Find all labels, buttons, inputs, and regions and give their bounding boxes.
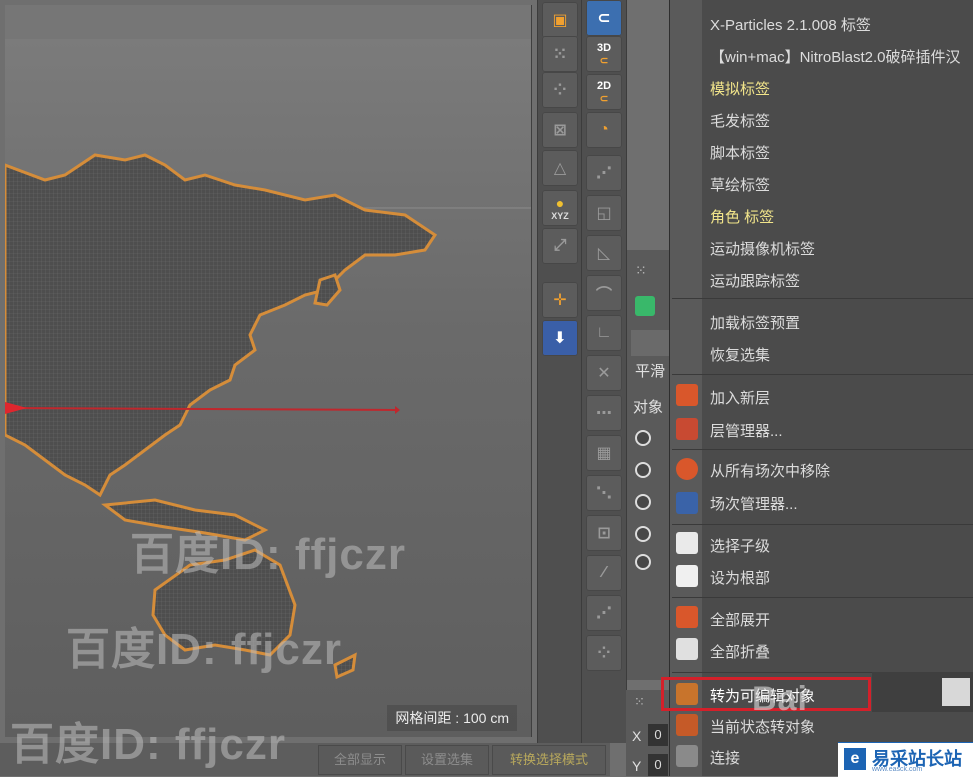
render-to-object-icon[interactable]: ⬇ [542, 320, 578, 356]
cube-object-icon[interactable]: ▣ [542, 2, 578, 38]
snap-toggle-icon[interactable]: ⊂ [586, 0, 622, 36]
snap-guide-icon[interactable]: ⋱ [586, 475, 622, 511]
watermark-text: 百度ID: ffjczr [130, 530, 406, 579]
coord-grip-icon[interactable]: ⁙ [634, 694, 645, 710]
eurasia-shape [5, 153, 438, 498]
snap-polygon-icon[interactable]: ◺ [586, 235, 622, 271]
tool-palette-left: ▣ ⁙ ⁘ ⊠ △ ● XYZ ⤢ ✛ ⬇ [537, 0, 583, 743]
tab-basic[interactable] [631, 330, 672, 356]
snap-grid-icon[interactable]: ▦ [586, 435, 622, 471]
snap-quantize-icon[interactable]: ⁄ [586, 555, 622, 591]
collapse-all-icon [676, 638, 698, 660]
texture-mode-icon[interactable]: ⊠ [542, 112, 578, 148]
menu-item-collapse-all[interactable]: 全部折叠 [710, 641, 770, 662]
radio-option-2[interactable] [635, 462, 651, 478]
context-menu: X-Particles 2.1.008 标签 【win+mac】NitroBla… [669, 0, 973, 776]
expand-all-icon [676, 606, 698, 628]
menu-item-motion-tracking-tags[interactable]: 运动跟踪标签 [710, 270, 800, 291]
x-coord-field[interactable]: 0 [648, 724, 668, 746]
snap-2d-icon[interactable]: 2D ⊂ [586, 74, 622, 110]
watermark-text: 百度ID: ffjczr [66, 625, 342, 674]
current-state-to-object-icon [676, 714, 698, 736]
grid-points-icon[interactable]: ⁙ [542, 36, 578, 72]
menu-separator [672, 374, 973, 375]
object-cube-icon [635, 296, 655, 316]
xyz-locks-icon[interactable]: ● XYZ [542, 190, 578, 226]
menu-item-load-tag-preset[interactable]: 加载标签预置 [710, 312, 800, 333]
convert-selection-mode-button[interactable]: 转换选择模式 [492, 745, 606, 775]
menu-item-add-new-layer[interactable]: 加入新层 [710, 387, 770, 408]
menu-item-select-children[interactable]: 选择子级 [710, 535, 770, 556]
watermark-baidu: Bai [752, 680, 808, 718]
menu-item-simulation-tags[interactable]: 模拟标签 [710, 78, 770, 99]
menu-item-sketch-tags[interactable]: 草绘标签 [710, 174, 770, 195]
radio-option-3[interactable] [635, 494, 651, 510]
menu-item-restore-selection[interactable]: 恢复选集 [710, 344, 770, 365]
set-selection-button[interactable]: 设置选集 [405, 745, 489, 775]
grid-spacing-label: 网格间距 : 100 cm [387, 705, 517, 731]
menu-item-xparticles-tag[interactable]: X-Particles 2.1.008 标签 [710, 14, 871, 35]
attribute-panel: ⁙ 平滑 对象 [626, 250, 672, 680]
smooth-tab[interactable]: 平滑 [635, 360, 665, 381]
radio-option-5[interactable] [635, 554, 651, 570]
snap-perp-icon[interactable]: ⋰ [586, 595, 622, 631]
menu-item-script-tags[interactable]: 脚本标签 [710, 142, 770, 163]
layer-manager-icon [676, 418, 698, 440]
menu-item-hair-tags[interactable]: 毛发标签 [710, 110, 770, 131]
panel-corner [942, 678, 970, 706]
radio-option-1[interactable] [635, 430, 651, 446]
x-axis-arrow [395, 406, 400, 414]
menu-separator [672, 298, 973, 299]
snap-intersect-icon[interactable]: ✕ [586, 355, 622, 391]
menu-item-connect[interactable]: 连接 [710, 747, 740, 768]
menu-item-current-state-to-object[interactable]: 当前状态转对象 [710, 716, 815, 737]
add-layer-icon [676, 384, 698, 406]
workplane-icon[interactable]: ⤢ [542, 228, 578, 264]
snap-3d-icon[interactable]: 3D ⊂ [586, 36, 622, 72]
remove-from-takes-icon [676, 458, 698, 480]
show-all-button[interactable]: 全部显示 [318, 745, 402, 775]
x-coord-label: X [632, 728, 642, 744]
y-coord-field[interactable]: 0 [648, 754, 668, 776]
object-section-label: 对象 [633, 399, 664, 416]
menu-separator [672, 597, 973, 598]
logo-url: www.easck.com [872, 766, 923, 773]
menu-item-remove-from-takes[interactable]: 从所有场次中移除 [710, 460, 830, 481]
menu-separator [672, 524, 973, 525]
menu-item-layer-manager[interactable]: 层管理器... [710, 420, 783, 441]
watermark-text: 百度ID: ffjczr [10, 720, 286, 769]
japan-shape [313, 273, 342, 307]
snap-radial-icon[interactable]: ◔ [586, 112, 622, 148]
connect-icon [676, 745, 698, 767]
snap-spline-icon[interactable]: ⌒ [586, 275, 622, 311]
menu-item-motion-camera-tags[interactable]: 运动摄像机标签 [710, 238, 815, 259]
snap-workplane-icon[interactable]: ⊡ [586, 515, 622, 551]
panel-grip-icon[interactable]: ⁙ [635, 262, 647, 279]
snap-edge-icon[interactable]: ◱ [586, 195, 622, 231]
radio-option-4[interactable] [635, 526, 651, 542]
menu-item-set-as-root[interactable]: 设为根部 [710, 567, 770, 588]
select-children-icon [676, 532, 698, 554]
grid-dots-icon[interactable]: ⁘ [542, 72, 578, 108]
snap-midpoint-icon[interactable]: ⋯ [586, 395, 622, 431]
site-logo[interactable]: e 易采站长站 www.easck.com [838, 742, 973, 777]
menu-item-take-manager[interactable]: 场次管理器... [710, 493, 798, 514]
logo-mark-icon: e [844, 748, 866, 770]
snap-points-icon[interactable]: ✛ [542, 282, 578, 318]
take-manager-icon [676, 492, 698, 514]
tool-palette-right: ⊂ 3D ⊂ 2D ⊂ ◔ ⋰ ◱ ◺ ⌒ ∟ ✕ ⋯ ▦ ⋱ ⊡ ⁄ ⋰ ⁘ [581, 0, 627, 743]
snap-axis-icon[interactable]: ∟ [586, 315, 622, 351]
menu-item-expand-all[interactable]: 全部展开 [710, 609, 770, 630]
snap-vertex-icon[interactable]: ⋰ [586, 155, 622, 191]
axis-mode-icon[interactable]: △ [542, 150, 578, 186]
menu-item-character-tags[interactable]: 角色 标签 [710, 206, 774, 227]
set-as-root-icon [676, 565, 698, 587]
y-coord-label: Y [632, 758, 642, 774]
menu-separator [672, 449, 973, 450]
snap-dynamic-icon[interactable]: ⁘ [586, 635, 622, 671]
menu-item-nitroblast[interactable]: 【win+mac】NitroBlast2.0破碎插件汉 [710, 46, 960, 67]
submenu-stub [872, 672, 973, 712]
